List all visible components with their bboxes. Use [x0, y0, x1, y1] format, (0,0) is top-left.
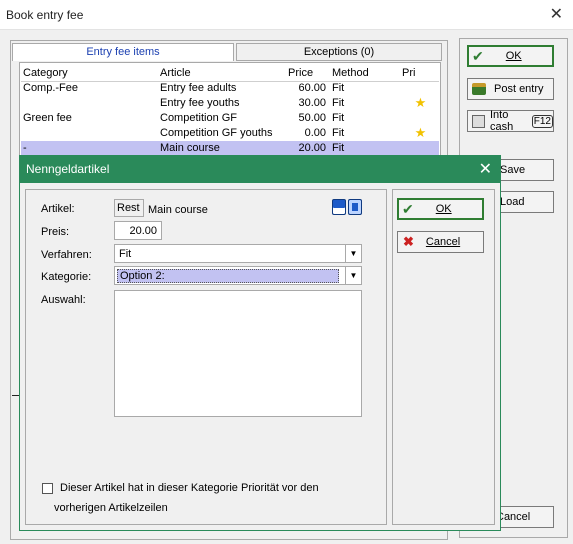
cell-category: - [21, 141, 158, 155]
cell-article: Entry fee adults [160, 82, 237, 95]
dialog-ok-label: OK [435, 203, 452, 215]
star-icon: ★ [414, 125, 427, 140]
dialog-title: Nenngeldartikel [26, 162, 110, 176]
auswahl-list[interactable] [114, 290, 362, 417]
entry-fee-table: Category Article Price Method Pri Comp.-… [21, 66, 439, 155]
post-entry-button[interactable]: Post entry [467, 78, 554, 100]
cell-price: 30.00 [298, 97, 326, 109]
cell-priority [400, 111, 439, 125]
dialog-titlebar: Nenngeldartikel ✕ [20, 156, 500, 183]
column-header-method[interactable]: Method [330, 66, 400, 82]
outer-cancel-label: Cancel [496, 511, 531, 523]
table-row[interactable]: Competition GF youths 0.00 Fit ★ [21, 125, 439, 141]
post-entry-label: Post entry [494, 83, 544, 95]
tab-entry-fee-items[interactable]: Entry fee items [12, 43, 234, 61]
cell-category: Comp.-Fee [23, 82, 79, 95]
cell-price: 0.00 [304, 127, 326, 139]
shortcut-key-badge: F12 [531, 114, 553, 128]
dialog-close-icon[interactable]: ✕ [479, 159, 492, 179]
tab-label: Entry fee items [86, 46, 160, 58]
priority-checkbox-label: Dieser Artikel hat in dieser Kategorie P… [60, 482, 319, 494]
artikel-code-value: Rest [117, 202, 140, 214]
cell-priority [400, 141, 439, 155]
table-row-selected[interactable]: - Main course 20.00 Fit [21, 141, 439, 155]
check-icon: ✔ [472, 47, 484, 64]
tab-label: Exceptions (0) [303, 46, 375, 58]
load-label: Load [500, 196, 525, 208]
ok-label: OK [505, 50, 522, 62]
verfahren-value: Fit [119, 248, 132, 260]
cell-method: Fit [330, 141, 400, 155]
window-close-icon[interactable]: ✕ [550, 4, 563, 24]
cash-register-icon [472, 114, 485, 128]
list-view-icon[interactable] [332, 199, 346, 215]
check-icon: ✔ [402, 200, 414, 217]
artikel-code-field[interactable]: Rest [114, 199, 144, 217]
chevron-down-icon[interactable]: ▼ [345, 245, 361, 262]
priority-checkbox[interactable] [42, 483, 53, 494]
close-icon: ✖ [403, 234, 414, 249]
table-row[interactable]: Green fee Competition GF 50.00 Fit [21, 111, 439, 125]
cell-price: 60.00 [298, 82, 326, 95]
post-entry-icon [472, 83, 486, 95]
kategorie-select[interactable]: Option 2: ▼ [114, 266, 362, 285]
column-header-category[interactable]: Category [21, 66, 158, 82]
tab-exceptions[interactable]: Exceptions (0) [236, 43, 442, 61]
column-header-priority[interactable]: Pri [400, 66, 439, 82]
cell-method: Fit [332, 127, 345, 139]
verfahren-select[interactable]: Fit ▼ [114, 244, 362, 263]
cell-article: Entry fee youths [160, 97, 240, 109]
table-header-row: Category Article Price Method Pri [21, 66, 439, 82]
ok-button[interactable]: ✔ OK [467, 45, 554, 67]
column-header-price[interactable]: Price [286, 66, 330, 82]
cell-article: Competition GF youths [160, 127, 273, 139]
dialog-cancel-label: Cancel [425, 236, 461, 248]
kategorie-label: Kategorie: [41, 271, 92, 283]
cell-price: 20.00 [286, 141, 330, 155]
artikel-name: Main course [148, 204, 208, 216]
window-title: Book entry fee [6, 8, 84, 22]
preis-input[interactable]: 20.00 [114, 221, 162, 240]
cell-method: Fit [332, 112, 345, 124]
search-icon[interactable] [348, 199, 362, 215]
table-row[interactable]: Entry fee youths 30.00 Fit ★ [21, 95, 439, 111]
cell-method: Fit [332, 97, 345, 109]
save-label: Save [500, 164, 526, 176]
cell-category: Green fee [23, 112, 72, 124]
window-titlebar: Book entry fee ✕ [0, 0, 573, 30]
cell-article: Competition GF [160, 112, 238, 124]
into-cash-label: Into cash [489, 109, 514, 133]
cell-category [21, 125, 158, 141]
kategorie-value: Option 2: [117, 269, 339, 283]
artikel-label: Artikel: [41, 203, 75, 215]
preis-value: 20.00 [129, 225, 157, 237]
lookup-buttons [332, 199, 364, 217]
cell-method: Fit [332, 82, 345, 95]
verfahren-label: Verfahren: [41, 249, 92, 261]
auswahl-label: Auswahl: [41, 294, 86, 306]
preis-label: Preis: [41, 226, 70, 238]
chevron-down-icon[interactable]: ▼ [345, 267, 361, 284]
priority-checkbox-label-cont: vorherigen Artikelzeilen [54, 502, 168, 514]
cell-priority [400, 81, 439, 95]
table-row[interactable]: Comp.-Fee Entry fee adults 60.00 Fit [21, 81, 439, 95]
star-icon: ★ [414, 95, 427, 110]
dialog-ok-button[interactable]: ✔ OK [397, 198, 484, 220]
into-cash-button[interactable]: Into cash F12 [467, 109, 554, 133]
cell-price: 50.00 [298, 112, 326, 124]
dialog-cancel-button[interactable]: ✖ Cancel [397, 231, 484, 253]
column-header-article[interactable]: Article [158, 66, 286, 82]
nenngeldartikel-dialog: Nenngeldartikel ✕ Artikel: Rest Main cou… [19, 155, 501, 531]
cell-category [21, 95, 158, 111]
cell-article: Main course [158, 141, 286, 155]
